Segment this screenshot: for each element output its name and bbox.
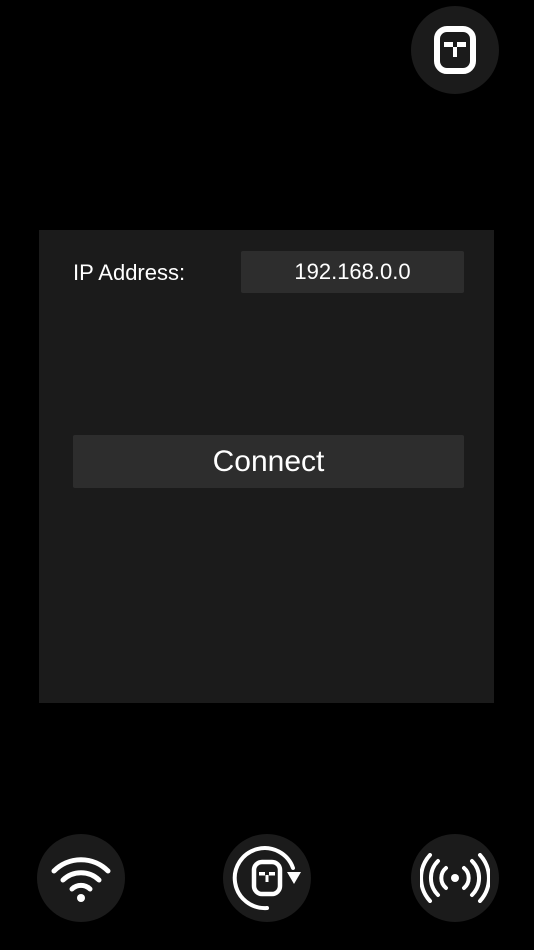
connect-button[interactable]: Connect bbox=[73, 435, 464, 488]
ip-address-label: IP Address: bbox=[73, 260, 186, 285]
robot-rotate-button[interactable] bbox=[223, 834, 311, 922]
ip-address-input[interactable]: 192.168.0.0 bbox=[241, 251, 464, 293]
robot-button[interactable] bbox=[411, 6, 499, 94]
robot-face-icon bbox=[434, 26, 476, 74]
radio-signal-icon bbox=[420, 853, 490, 903]
robot-rotate-icon bbox=[232, 846, 301, 911]
connection-panel: IP Address: 192.168.0.0 Connect bbox=[39, 230, 494, 703]
wifi-button[interactable] bbox=[37, 834, 125, 922]
wifi-icon bbox=[51, 857, 111, 902]
radio-signal-button[interactable] bbox=[411, 834, 499, 922]
